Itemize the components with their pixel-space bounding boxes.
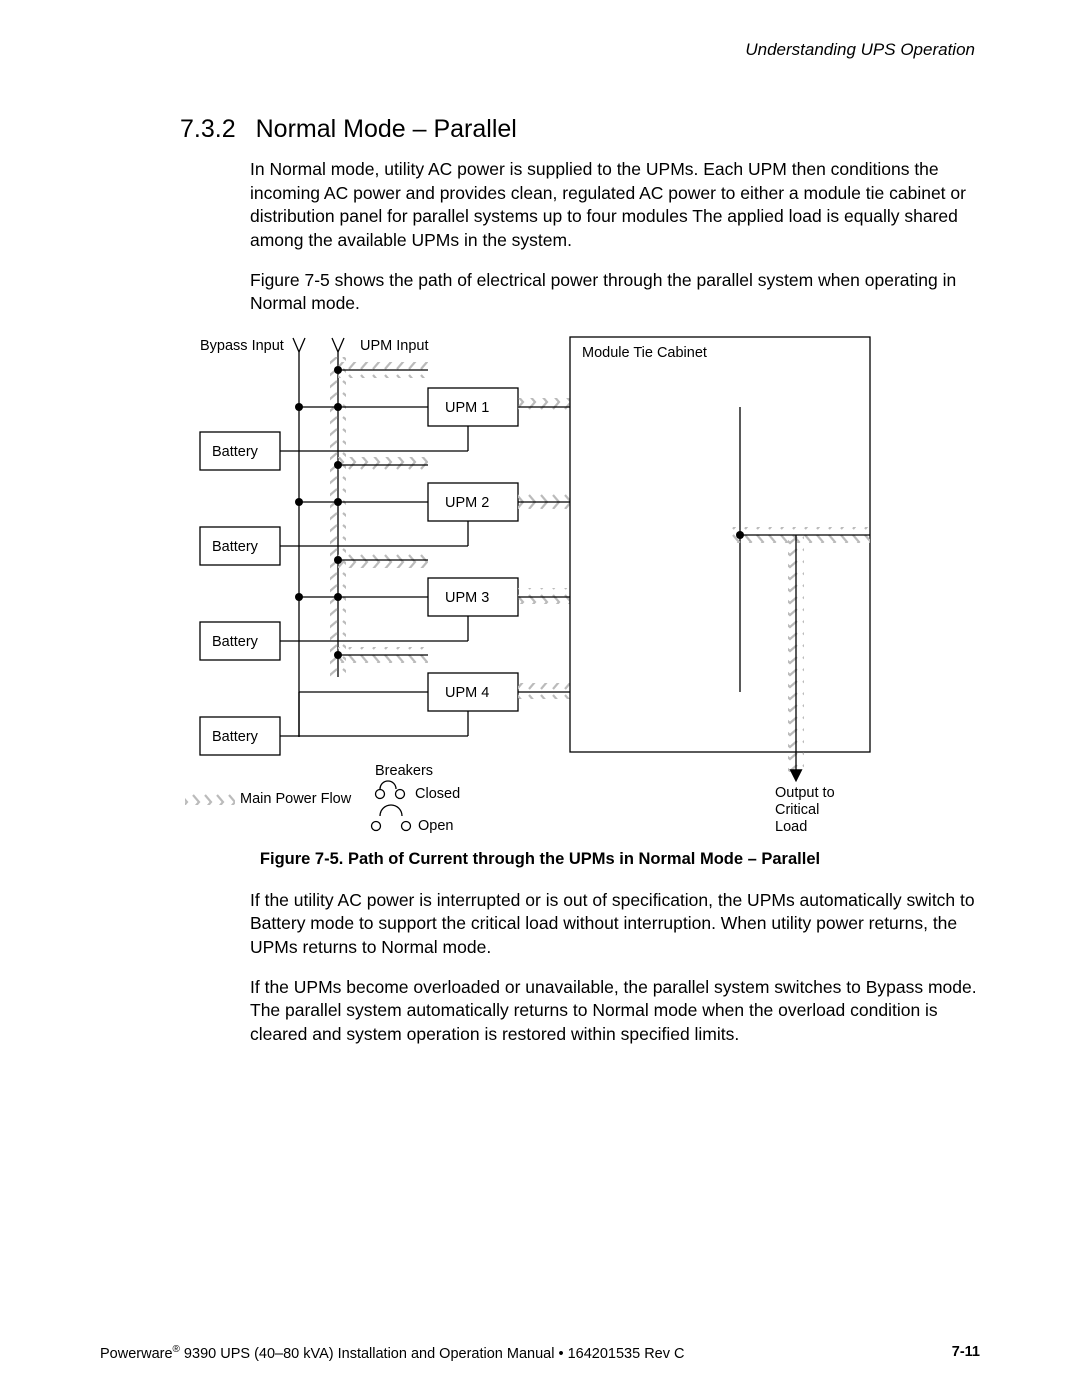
footer-product: Powerware [100, 1346, 173, 1362]
label-output-1: Output to [775, 785, 835, 801]
box-battery-2: Battery [212, 539, 259, 555]
running-head: Understanding UPS Operation [100, 40, 975, 60]
section-title: Normal Mode – Parallel [256, 115, 517, 143]
registered-icon: ® [173, 1344, 180, 1355]
label-breakers: Breakers [375, 763, 433, 779]
label-main-power-flow: Main Power Flow [240, 791, 352, 807]
footer-left: Powerware® 9390 UPS (40–80 kVA) Installa… [100, 1344, 684, 1362]
label-open: Open [418, 818, 453, 834]
figure-caption: Figure 7-5. Path of Current through the … [100, 850, 980, 869]
label-bypass-input: Bypass Input [200, 338, 284, 354]
label-closed: Closed [415, 786, 460, 802]
box-upm3: UPM 3 [445, 590, 489, 606]
page-number: 7-11 [952, 1344, 980, 1362]
page-footer: Powerware® 9390 UPS (40–80 kVA) Installa… [100, 1344, 980, 1362]
section-heading: 7.3.2 Normal Mode – Parallel [180, 115, 980, 144]
para-4: If the UPMs become overloaded or unavail… [250, 976, 980, 1047]
figure-7-5-diagram: Bypass Input UPM Input UPM 1 Battery [180, 332, 970, 842]
label-module-tie: Module Tie Cabinet [582, 345, 707, 361]
para-3: If the utility AC power is interrupted o… [250, 889, 980, 960]
footer-doc-id: 9390 UPS (40–80 kVA) Installation and Op… [180, 1346, 685, 1362]
label-output-3: Load [775, 819, 807, 835]
label-upm-input: UPM Input [360, 338, 429, 354]
para-2: Figure 7-5 shows the path of electrical … [250, 269, 980, 316]
box-battery-3: Battery [212, 634, 259, 650]
box-battery-1: Battery [212, 444, 259, 460]
para-1: In Normal mode, utility AC power is supp… [250, 158, 980, 253]
section-number: 7.3.2 [180, 115, 236, 144]
box-upm4: UPM 4 [445, 685, 489, 701]
box-upm2: UPM 2 [445, 495, 489, 511]
label-output-2: Critical [775, 802, 819, 818]
box-battery-4: Battery [212, 729, 259, 745]
box-upm1: UPM 1 [445, 400, 489, 416]
